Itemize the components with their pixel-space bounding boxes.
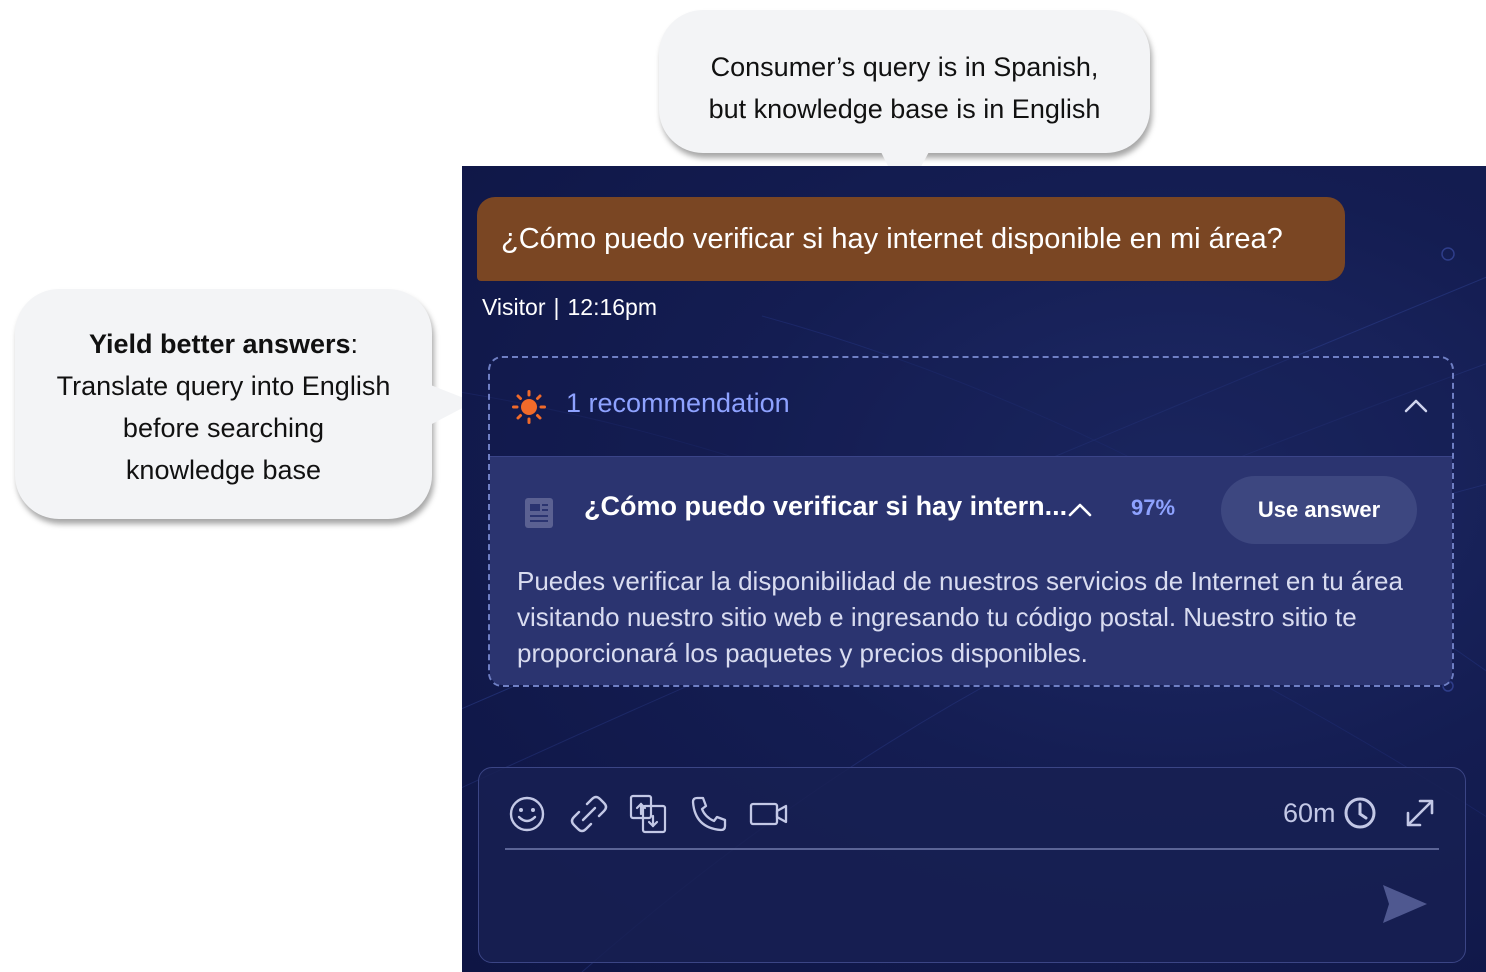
chevron-up-icon[interactable]: [1067, 497, 1093, 523]
phone-icon[interactable]: [689, 794, 729, 834]
callout-top-line2: but knowledge base is in English: [708, 94, 1101, 124]
message-meta: Visitor | 12:16pm: [482, 294, 657, 321]
article-icon: [525, 498, 553, 528]
emoji-icon[interactable]: [507, 794, 547, 834]
video-icon[interactable]: [749, 794, 789, 834]
callout-left-line3: before searching: [122, 413, 325, 443]
timer-text: 60m: [1283, 798, 1336, 828]
sender-name: Visitor: [482, 294, 546, 320]
use-answer-button[interactable]: Use answer: [1221, 476, 1417, 544]
chat-panel: ¿Cómo puedo verificar si hay internet di…: [462, 166, 1486, 972]
callout-spanish-query: Consumer’s query is in Spanish, but know…: [659, 10, 1150, 153]
callout-left-line2: Translate query into English: [56, 371, 391, 401]
callout-left-line4: knowledge base: [125, 455, 322, 485]
recommendation-count: 1 recommendation: [566, 388, 790, 418]
callout-left-colon: :: [350, 329, 359, 359]
recommendation-panel: 1 recommendation ¿Cómo puedo verificar s…: [488, 356, 1454, 687]
answer-text: Puedes verificar la disponibilidad de nu…: [517, 566, 1403, 668]
callout-top-line1: Consumer’s query is in Spanish,: [710, 52, 1099, 82]
meta-separator: |: [553, 294, 560, 320]
attach-link-icon[interactable]: [569, 794, 609, 834]
message-time: 12:16pm: [567, 294, 657, 320]
message-composer: 60m: [478, 767, 1466, 963]
clock-icon[interactable]: [1343, 796, 1377, 830]
composer-divider: [505, 848, 1439, 850]
recommendation-header[interactable]: 1 recommendation: [490, 358, 1452, 456]
recommendation-item: ¿Cómo puedo verificar si hay intern... 9…: [490, 456, 1452, 685]
sun-icon: [512, 390, 546, 424]
confidence-score: 97%: [1131, 495, 1176, 520]
callout-left-bold: Yield better answers: [88, 329, 351, 359]
fullscreen-icon[interactable]: [1403, 796, 1437, 830]
send-icon[interactable]: [1381, 882, 1429, 926]
answer-title[interactable]: ¿Cómo puedo verificar si hay intern...: [584, 491, 1067, 522]
visitor-message: ¿Cómo puedo verificar si hay internet di…: [477, 197, 1345, 281]
cobrowse-icon[interactable]: [629, 794, 669, 834]
callout-translate-query: Yield better answers: Translate query in…: [15, 289, 432, 519]
chevron-up-icon[interactable]: [1402, 392, 1430, 420]
